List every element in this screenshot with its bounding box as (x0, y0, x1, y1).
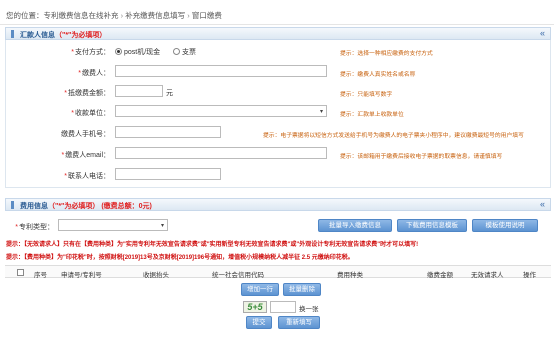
captcha-refresh-link[interactable]: 换一张 (299, 303, 319, 313)
stamp-duty-warning: 提示：【费用种类】为"印花税"时，按照财税[2019]13号及京财税[2019]… (6, 255, 354, 261)
email-hint: 提示：该邮箱用于缴费后接收电子票据的取票信息，请谨慎填写 (340, 154, 503, 160)
column-header: 序号 (34, 272, 47, 279)
breadcrumb-separator: › (120, 11, 124, 20)
collapse-icon[interactable]: « (540, 199, 545, 209)
column-header: 统一社会信用代码 (212, 272, 264, 279)
amount-label: *抵缴费金额： (64, 90, 110, 97)
column-header: 缴费金额 (427, 272, 453, 279)
payer-input[interactable] (115, 65, 327, 77)
radio-post-cash[interactable]: post机/现金 (115, 47, 160, 57)
amount-hint: 提示：只能填写数字 (340, 92, 393, 98)
batch-import-button[interactable]: 批量导入缴费信息 (318, 219, 392, 232)
payer-hint: 提示：缴费人真实姓名或名称 (340, 72, 416, 78)
fee-total: (缴费总额：0元) (101, 203, 152, 210)
payee-unit-hint: 提示：汇款单上收款单位 (340, 112, 404, 118)
payee-unit-select[interactable]: ▾ (115, 105, 327, 117)
payer-label: *缴费人： (78, 70, 110, 77)
email-label: *缴费人email： (61, 152, 110, 159)
contact-phone-label: *联系人电话： (64, 173, 110, 180)
phone-hint: 提示：电子票据将以短信方式发送给手机号为缴费人的电子票夹小程序中，建议缴费最短号… (263, 133, 524, 139)
contact-phone-input[interactable] (115, 168, 221, 180)
chevron-down-icon: ▾ (160, 223, 164, 229)
remitter-panel-header: 汇款人信息（"*"为必填项） « (5, 27, 551, 40)
breadcrumb-item-2[interactable]: 补充缴费信息填写 (125, 11, 185, 20)
template-usage-button[interactable]: 模板使用说明 (472, 219, 538, 232)
captcha-image: 5+5 (243, 301, 267, 313)
collapse-icon[interactable]: « (540, 28, 545, 38)
captcha-input[interactable] (270, 301, 296, 313)
column-header: 无效请求人 (471, 272, 504, 279)
breadcrumb-location-label: 您的位置： (6, 11, 44, 20)
fee-panel-title: 费用信息（"*"为必填项） (缴费总额：0元) (20, 203, 152, 210)
column-header: 操作 (523, 272, 536, 279)
breadcrumb-separator: › (187, 11, 190, 20)
batch-delete-button[interactable]: 批量删除 (283, 283, 321, 296)
column-header: 收据抬头 (143, 272, 169, 279)
payee-unit-label: *收款单位： (71, 110, 110, 117)
select-all-checkbox[interactable] (17, 269, 24, 276)
payment-method-label: *支付方式： (71, 49, 110, 56)
remitter-panel-body: *支付方式： post机/现金 支票 提示：选择一种相应缴费的支付方式 *缴费人… (5, 40, 551, 188)
breadcrumb-item-3: 窗口缴费 (191, 11, 222, 20)
fee-type-select[interactable]: ▾ (58, 219, 168, 231)
phone-label: 缴费人手机号： (61, 131, 110, 138)
fee-table-header: 序号 申请号/专利号 收据抬头 统一社会信用代码 费用种类 缴费金额 无效请求人… (5, 265, 551, 279)
fee-panel-header: 费用信息（"*"为必填项） (缴费总额：0元) « (5, 198, 551, 211)
add-row-button[interactable]: 增加一行 (241, 283, 279, 296)
breadcrumb: 您的位置：专利缴费信息在线补充 › 补充缴费信息填写 › 窗口缴费 (6, 10, 222, 21)
panel-accent-bar (11, 201, 14, 209)
column-header: 申请号/专利号 (61, 272, 102, 279)
radio-unchecked-icon[interactable] (173, 48, 180, 55)
breadcrumb-item-1[interactable]: 专利缴费信息在线补充 (44, 11, 119, 20)
remitter-panel-title: 汇款人信息（"*"为必填项） (20, 32, 107, 39)
download-template-button[interactable]: 下载费用信息模板 (397, 219, 467, 232)
invalid-requester-warning: 提示：【无效请求人】只有在【费用种类】为"实用专利年无效宣告请求费"或"实用新型… (6, 242, 419, 248)
payment-method-hint: 提示：选择一种相应缴费的支付方式 (340, 51, 433, 57)
email-input[interactable] (115, 147, 327, 159)
amount-input[interactable] (115, 85, 163, 97)
radio-cheque[interactable]: 支票 (173, 47, 196, 57)
reset-button[interactable]: 重新填写 (278, 316, 320, 329)
amount-unit: 元 (166, 90, 173, 97)
phone-input[interactable] (115, 126, 221, 138)
fee-type-label: *专利类型： (15, 224, 54, 231)
radio-checked-icon[interactable] (115, 48, 122, 55)
chevron-down-icon: ▾ (319, 109, 323, 115)
column-header: 费用种类 (337, 272, 363, 279)
panel-accent-bar (11, 30, 14, 38)
divider (0, 24, 554, 25)
submit-button[interactable]: 提交 (246, 316, 272, 329)
